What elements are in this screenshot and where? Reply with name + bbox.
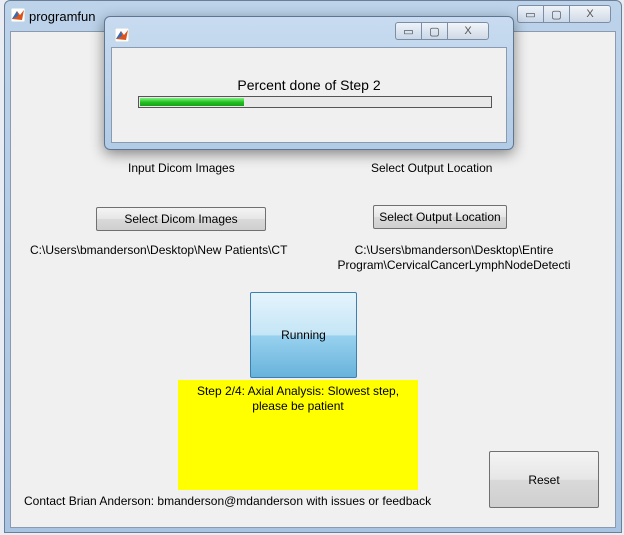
progress-bar-fill [140,98,244,106]
output-path-line-2: Program\CervicalCancerLymphNodeDetecti [337,258,571,272]
maximize-button[interactable]: ▢ [543,5,569,23]
progress-bar [138,96,492,108]
close-icon: X [464,25,472,37]
select-output-button[interactable]: Select Output Location [373,205,507,229]
status-box: Step 2/4: Axial Analysis: Slowest step, … [178,380,418,490]
minimize-icon: ▭ [525,8,536,21]
output-path-text: C:\Users\bmanderson\Desktop\Entire Progr… [329,243,579,273]
dialog-maximize-button[interactable]: ▢ [421,22,447,40]
progress-dialog: ▭ ▢ X Percent done of Step 2 [104,16,514,150]
minimize-button[interactable]: ▭ [517,5,543,23]
contact-text: Contact Brian Anderson: bmanderson@mdand… [24,494,432,508]
output-path-line-1: C:\Users\bmanderson\Desktop\Entire [354,243,554,257]
maximize-icon: ▢ [551,8,562,21]
minimize-icon: ▭ [403,25,414,38]
status-line-2: please be patient [252,399,344,413]
input-path-text: C:\Users\bmanderson\Desktop\New Patients… [30,243,288,257]
dialog-client-area: Percent done of Step 2 [111,47,507,143]
progress-message: Percent done of Step 2 [237,77,381,93]
window-controls: ▭ ▢ X [517,5,611,23]
select-dicom-button[interactable]: Select Dicom Images [96,207,266,231]
dialog-close-button[interactable]: X [447,22,489,40]
status-line-1: Step 2/4: Axial Analysis: Slowest step, [196,384,400,398]
window-title: programfun [29,9,96,24]
matlab-icon [10,7,26,23]
maximize-icon: ▢ [429,25,440,38]
close-icon: X [586,8,594,20]
input-heading: Input Dicom Images [128,161,235,175]
reset-button[interactable]: Reset [489,451,599,508]
matlab-icon [114,27,130,43]
dialog-minimize-button[interactable]: ▭ [395,22,421,40]
run-button[interactable]: Running [250,292,357,378]
close-button[interactable]: X [569,5,611,23]
dialog-window-controls: ▭ ▢ X [395,22,489,40]
output-heading: Select Output Location [371,161,493,175]
